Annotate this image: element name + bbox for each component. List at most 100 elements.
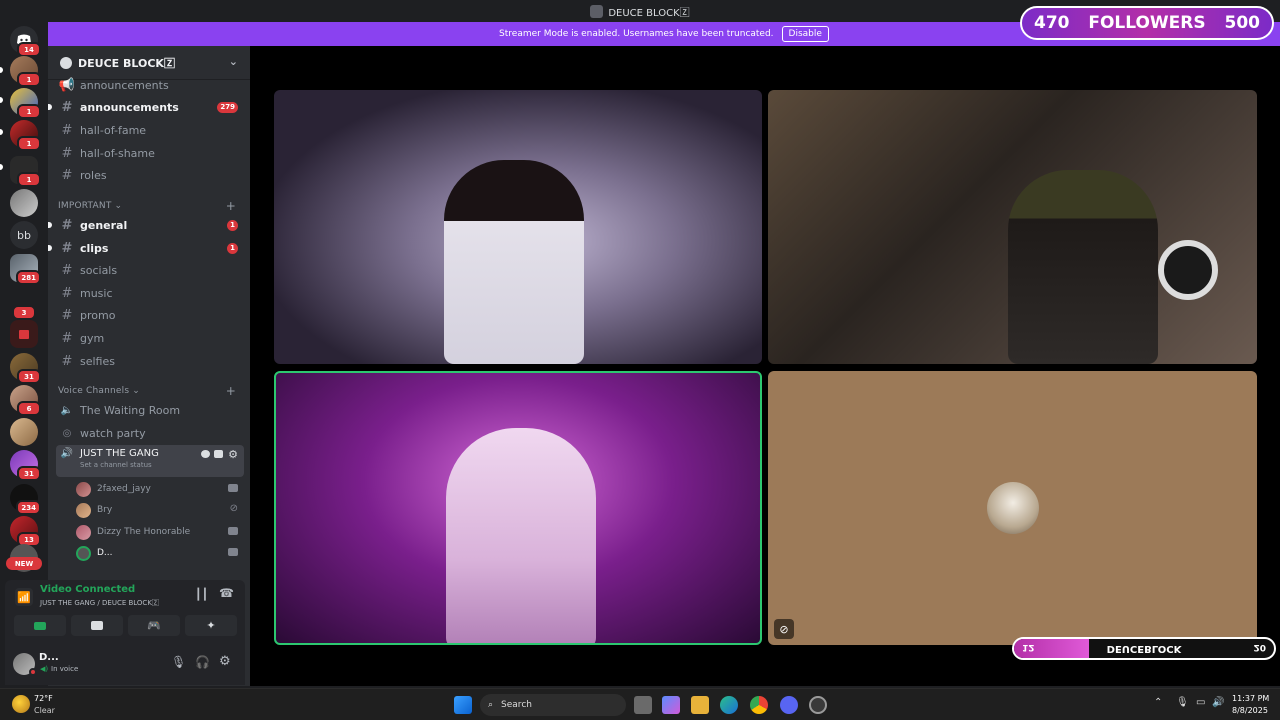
soundboard-icon[interactable]: ┃┃ — [195, 588, 208, 601]
video-tile-3-speaking[interactable] — [274, 371, 762, 645]
server-icon-5[interactable] — [10, 189, 38, 217]
server-icon-4[interactable]: 1 — [10, 156, 41, 187]
channel-promo[interactable]: # promo — [56, 305, 244, 325]
server-icon-9[interactable] — [10, 418, 38, 446]
task-view-icon[interactable] — [634, 696, 652, 714]
obs-icon[interactable] — [809, 696, 827, 714]
hash-icon: # — [61, 99, 73, 115]
overlay-right-value: 20 — [1253, 642, 1266, 652]
server-badge: 1 — [17, 72, 41, 87]
channel-gym[interactable]: # gym — [56, 328, 244, 348]
channel-hall-of-fame[interactable]: # hall-of-fame — [56, 120, 244, 140]
add-channel-icon[interactable]: + — [226, 199, 236, 213]
microphone-tray-icon[interactable]: 🎙 — [1176, 697, 1189, 708]
headphones-icon[interactable]: 🎧 — [195, 655, 210, 669]
file-explorer-icon[interactable] — [691, 696, 709, 714]
channel-announcements-readonly[interactable]: 📢 announcements — [56, 75, 244, 95]
streamer-name-overlay: 12 DEUCEBLOCK 20 — [1012, 637, 1276, 660]
server-icon-7[interactable]: 31 — [10, 353, 41, 384]
server-badge: 6 — [17, 401, 41, 416]
disable-streamer-mode-button[interactable]: Disable — [781, 26, 829, 42]
voice-channel-just-the-gang[interactable]: 🔊 JUST THE GANG Set a channel status ⚙ — [56, 445, 244, 477]
activity-button[interactable]: 🎮 — [128, 615, 180, 636]
edge-browser-icon[interactable] — [720, 696, 738, 714]
channel-music[interactable]: # music — [56, 283, 244, 303]
unread-indicator — [48, 104, 52, 110]
mic-muted-icon: ⊘ — [229, 503, 238, 514]
video-tile-2[interactable] — [768, 90, 1257, 364]
camera-button[interactable] — [14, 615, 66, 636]
voice-user-name: 2faxed_jayy — [97, 484, 151, 494]
server-badge: 3 — [12, 305, 36, 320]
clock-time[interactable]: 11:37 PM — [1232, 694, 1269, 703]
server-icon-bb[interactable]: bb — [10, 221, 38, 249]
chevron-up-icon[interactable]: ⌃ — [1154, 697, 1162, 708]
channel-label: watch party — [80, 426, 146, 440]
weather-temperature[interactable]: 72°F — [34, 694, 53, 703]
channel-general[interactable]: # general 1 — [48, 215, 244, 235]
disconnect-icon[interactable]: ☎ — [219, 586, 234, 600]
signal-icon[interactable]: 📶 — [15, 588, 33, 606]
voice-status[interactable]: Video Connected — [40, 584, 135, 595]
chevron-down-icon: ⌄ — [228, 55, 238, 68]
voice-user[interactable]: Dizzy The Honorable — [76, 522, 242, 542]
direct-messages-button[interactable]: 14 — [10, 26, 41, 57]
display-icon[interactable]: ▭ — [1196, 697, 1205, 708]
avatar — [76, 481, 91, 497]
avatar — [76, 502, 91, 518]
server-badge: 234 — [16, 500, 41, 515]
user-settings-gear-icon[interactable]: ⚙ — [219, 654, 231, 669]
channel-label: hall-of-fame — [80, 123, 147, 137]
server-icon-6[interactable]: 3 — [10, 292, 38, 320]
server-badge: 1 — [17, 172, 41, 187]
voice-user[interactable]: Bry ⊘ — [76, 500, 242, 520]
voice-user[interactable]: D... — [76, 543, 242, 563]
channel-status[interactable]: Set a channel status — [80, 461, 159, 469]
server-icon-3[interactable]: 1 — [10, 120, 41, 151]
participant-avatar — [987, 482, 1039, 534]
voice-user[interactable]: 2faxed_jayy — [76, 479, 242, 499]
channel-socials[interactable]: # socials — [56, 260, 244, 280]
discord-app-icon[interactable] — [780, 696, 798, 714]
channel-announcements[interactable]: # announcements 279 — [48, 97, 244, 117]
video-tile-1[interactable] — [274, 90, 762, 364]
soundboard-button[interactable]: ✦ — [185, 615, 237, 636]
channel-clips[interactable]: # clips 1 — [48, 238, 244, 258]
category-voice-channels[interactable]: Voice Channels ⌄ + — [58, 384, 240, 398]
taskbar-search[interactable]: ⌕ Search — [480, 694, 626, 716]
server-icon-10[interactable]: 31 — [10, 450, 41, 481]
invite-icon[interactable] — [214, 450, 223, 458]
voice-channel-waiting-room[interactable]: 🔈 The Waiting Room — [56, 400, 244, 420]
microphone-icon[interactable]: 🎙 — [171, 655, 186, 669]
gear-icon[interactable]: ⚙ — [228, 448, 238, 461]
channel-roles[interactable]: # roles — [56, 165, 244, 185]
channel-selfies[interactable]: # selfies — [56, 351, 244, 371]
screen-share-button[interactable] — [71, 615, 123, 636]
folder-icon[interactable] — [10, 320, 38, 348]
clock-date[interactable]: 8/8/2025 — [1232, 706, 1268, 715]
server-icon-11[interactable]: 234 — [10, 484, 41, 515]
server-icon-12[interactable]: 13 — [10, 516, 41, 547]
hash-icon: # — [61, 353, 73, 369]
unread-indicator — [48, 222, 52, 228]
server-icon-1[interactable]: 1 — [10, 56, 41, 87]
server-icon-2[interactable]: 1 — [10, 88, 41, 119]
voice-location[interactable]: JUST THE GANG / DEUCE BLOCK🅉 — [40, 598, 159, 608]
username[interactable]: D... — [39, 652, 59, 663]
start-windows-icon[interactable] — [454, 696, 472, 714]
status-indicator — [29, 668, 37, 676]
category-important[interactable]: IMPORTANT ⌄ + — [58, 199, 240, 213]
chat-icon[interactable] — [201, 450, 210, 458]
add-channel-icon[interactable]: + — [226, 384, 236, 398]
new-badge[interactable]: NEW — [6, 557, 42, 570]
channel-hall-of-shame[interactable]: # hall-of-shame — [56, 143, 244, 163]
server-icon-8[interactable]: 6 — [10, 385, 41, 416]
volume-icon[interactable]: 🔊 — [1212, 697, 1224, 708]
voice-channel-watch-party[interactable]: ◎ watch party — [56, 423, 244, 443]
copilot-icon[interactable] — [662, 696, 680, 714]
weather-description[interactable]: Clear — [34, 706, 55, 715]
weather-moon-icon[interactable] — [12, 695, 30, 713]
chrome-icon[interactable] — [750, 696, 768, 714]
server-folder[interactable]: 281 — [10, 254, 41, 285]
video-tile-4-avatar[interactable]: ⊘ — [768, 371, 1257, 645]
